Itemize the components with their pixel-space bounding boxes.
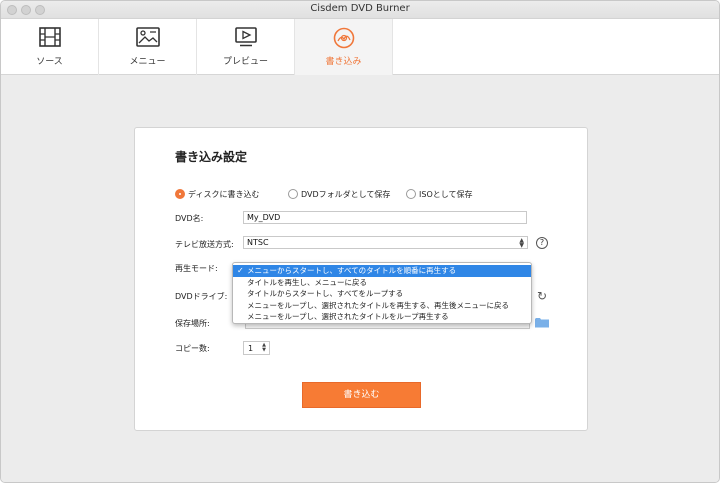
menu-image-icon [135,27,160,47]
option-label: タイトルを再生し、メニューに戻る [247,277,367,287]
window-title: Cisdem DVD Burner [310,3,410,14]
radio-indicator[interactable] [175,189,185,199]
tab-menu[interactable]: メニュー [99,19,197,75]
tab-source[interactable]: ソース [1,19,99,75]
checkmark-icon: ✓ [237,266,244,275]
tv-standard-select[interactable]: NTSC ▲ ▼ [243,236,528,249]
stepper-arrows-icon[interactable]: ▲ ▼ [262,343,266,353]
playback-mode-dropdown[interactable]: ✓ メニューからスタートし、すべてのタイトルを順番に再生する タイトルを再生し、… [232,262,532,324]
playback-option[interactable]: メニューをループし、選択されたタイトルをループ再生する [233,311,531,323]
folder-icon[interactable] [535,317,549,328]
title-bar: Cisdem DVD Burner [1,1,719,19]
playback-option[interactable]: タイトルからスタートし、すべてをループする [233,288,531,300]
radio-indicator[interactable] [406,189,416,199]
help-icon[interactable]: ? [536,237,548,249]
dvd-drive-label: DVDドライブ: [175,292,228,301]
radio-save-iso[interactable]: ISOとして保存 [406,188,473,200]
option-label: メニューをループし、選択されたタイトルをループ再生する [247,312,449,321]
refresh-icon[interactable]: ↻ [537,289,547,303]
playback-mode-label: 再生モード: [175,264,218,273]
playback-option[interactable]: ✓ メニューからスタートし、すべてのタイトルを順番に再生する [233,265,531,277]
tv-standard-value: NTSC [247,238,269,247]
burn-disc-icon [333,27,354,49]
main-toolbar: ソース メニュー プレビュー 書き込み [1,19,719,75]
burn-button[interactable]: 書き込む [302,382,421,408]
app-window: Cisdem DVD Burner ソース メニュー プレビュー 書き込み 書き… [0,0,720,483]
tab-preview[interactable]: プレビュー [197,19,295,75]
tab-menu-label: メニュー [129,57,166,67]
playback-option[interactable]: タイトルを再生し、メニューに戻る [233,277,531,289]
radio-indicator[interactable] [288,189,298,199]
save-location-label: 保存場所: [175,319,210,328]
film-icon [38,27,61,47]
tv-standard-label: テレビ放送方式: [175,240,234,249]
copies-label: コピー数: [175,344,210,353]
tab-preview-label: プレビュー [222,57,268,67]
option-label: メニューをループし、選択されたタイトルを再生する、再生後メニューに戻る [247,300,510,310]
radio-burn-to-disc[interactable]: ディスクに書き込む [175,188,259,200]
play-icon [234,27,257,47]
tab-burn-label: 書き込み [325,57,362,67]
radio-label: ISOとして保存 [419,189,473,199]
copies-stepper[interactable]: 1 ▲ ▼ [243,341,270,355]
tab-burn[interactable]: 書き込み [295,19,393,75]
playback-option[interactable]: メニューをループし、選択されたタイトルを再生する、再生後メニューに戻る [233,300,531,312]
radio-label: DVDフォルダとして保存 [301,189,391,199]
select-arrows-icon: ▲ ▼ [519,237,524,249]
panel-title: 書き込み設定 [175,150,248,164]
radio-save-dvd-folder[interactable]: DVDフォルダとして保存 [288,188,390,200]
option-label: メニューからスタートし、すべてのタイトルを順番に再生する [247,266,457,275]
option-label: タイトルからスタートし、すべてをループする [247,289,404,298]
dvd-name-label: DVD名: [175,214,204,223]
tab-source-label: ソース [36,57,63,67]
radio-label: ディスクに書き込む [188,189,260,199]
dvd-name-input[interactable]: My_DVD [243,211,527,224]
copies-value: 1 [248,344,254,353]
